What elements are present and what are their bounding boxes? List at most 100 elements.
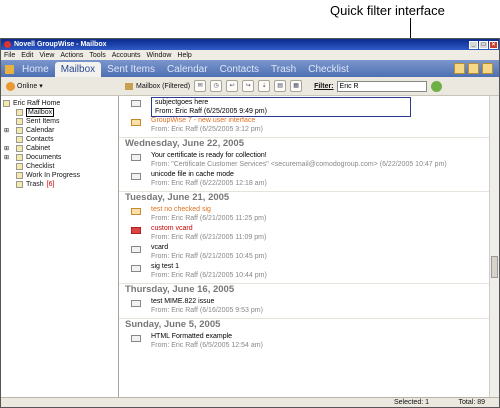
menu-accounts[interactable]: Accounts: [112, 52, 141, 59]
date-group-header: Thursday, June 16, 2005: [119, 283, 499, 296]
message-subject: vcard: [151, 244, 169, 251]
checklist-icon: [16, 163, 23, 170]
date-group-header: Tuesday, June 21, 2005: [119, 191, 499, 204]
folder-root-label: Eric Raff Home: [13, 100, 61, 107]
message-item[interactable]: custom vcard From: Eric Raff (6/21/2005 …: [119, 223, 499, 242]
maximize-button[interactable]: □: [479, 40, 488, 49]
close-button[interactable]: ×: [489, 40, 498, 49]
folder-label: Mailbox: [26, 108, 55, 117]
tab-trash[interactable]: Trash: [265, 64, 302, 77]
new-mail-button[interactable]: ✉: [194, 80, 207, 92]
new-mail-icon[interactable]: [468, 63, 479, 74]
expand-icon[interactable]: ⊞: [4, 145, 12, 152]
expand-icon[interactable]: ⊞: [4, 154, 12, 161]
date-group-header: Wednesday, June 22, 2005: [119, 137, 499, 150]
home-folder-icon: [3, 100, 10, 107]
message-from: From: Eric Raff (6/21/2005 10:44 pm): [151, 272, 267, 279]
expand-icon[interactable]: ⊞: [4, 127, 12, 134]
folder-label: Sent Items: [26, 118, 60, 125]
message-item[interactable]: subjectgoes here From: Eric Raff (6/25/2…: [119, 96, 499, 117]
message-item[interactable]: test no checked sig From: Eric Raff (6/2…: [119, 204, 499, 223]
message-subject: unicode file in cache mode: [151, 171, 234, 178]
menu-view[interactable]: View: [39, 52, 54, 59]
tab-calendar[interactable]: Calendar: [161, 64, 214, 77]
message-subject: test MIME.822 issue: [151, 298, 215, 305]
message-subject: Your certificate is ready for collection…: [151, 152, 267, 159]
forward-button[interactable]: ↪: [242, 80, 255, 92]
message-item[interactable]: sig test 1 From: Eric Raff (6/21/2005 10…: [119, 261, 499, 280]
minimize-button[interactable]: _: [469, 40, 478, 49]
mailbox-folder-icon: [16, 109, 23, 116]
message-item[interactable]: test MIME.822 issue From: Eric Raff (6/1…: [119, 296, 499, 315]
folder-documents[interactable]: ⊞ Documents: [1, 153, 118, 162]
folder-label: Cabinet: [26, 145, 51, 152]
date-group-header: Sunday, June 5, 2005: [119, 318, 499, 331]
folder-calendar[interactable]: ⊞ Calendar: [1, 126, 118, 135]
home-icon[interactable]: [5, 65, 14, 74]
menu-window[interactable]: Window: [147, 52, 172, 59]
envelope-icon: [131, 265, 141, 272]
filter-input[interactable]: [336, 80, 427, 92]
message-subject: custom vcard: [151, 225, 193, 232]
envelope-icon: [131, 100, 141, 107]
clock-button[interactable]: ◷: [210, 80, 223, 92]
message-item[interactable]: HTML Formatted example From: Eric Raff (…: [119, 331, 499, 350]
message-subject: sig test 1: [151, 263, 180, 270]
cabinet-icon: [16, 145, 23, 152]
menu-tools[interactable]: Tools: [89, 52, 105, 59]
tab-mailbox[interactable]: Mailbox: [54, 62, 102, 77]
folder-icon: [16, 172, 23, 179]
message-subject: test no checked sig: [151, 206, 211, 213]
online-mode[interactable]: Online ▾: [1, 81, 121, 91]
folder-label: Calendar: [26, 127, 55, 134]
message-item[interactable]: Your certificate is ready for collection…: [119, 150, 499, 169]
message-subject: subjectgoes here: [155, 99, 209, 106]
tab-sent-items[interactable]: Sent Items: [101, 64, 161, 77]
message-from: From: Eric Raff (6/5/2005 12:54 am): [151, 342, 263, 349]
folder-label: Contacts: [26, 136, 54, 143]
message-item[interactable]: vcard From: Eric Raff (6/21/2005 10:45 p…: [119, 242, 499, 261]
nav-bar: Home Mailbox Sent Items Calendar Contact…: [1, 60, 499, 77]
folder-checklist[interactable]: Checklist: [1, 162, 118, 171]
folder-sent-items[interactable]: Sent Items: [1, 117, 118, 126]
folder-mailbox[interactable]: Mailbox: [1, 108, 118, 117]
folder-work-in-progress[interactable]: Work In Progress: [1, 171, 118, 180]
filter-apply-icon[interactable]: [430, 80, 442, 92]
folder-trash[interactable]: Trash [6]: [1, 180, 118, 189]
filter-label: Filter:: [314, 82, 334, 90]
menu-help[interactable]: Help: [177, 52, 191, 59]
menu-actions[interactable]: Actions: [60, 52, 83, 59]
vertical-scrollbar[interactable]: [489, 96, 499, 397]
tab-contacts[interactable]: Contacts: [214, 64, 265, 77]
high-priority-envelope-icon: [131, 227, 141, 234]
toolbar-actions: Mailbox (Filtered) ✉ ◷ ↩ ↪ ⇣ ▤ ▦ Filter:: [121, 80, 499, 92]
message-from: From: Eric Raff (6/16/2005 9:53 pm): [151, 307, 263, 314]
layout-icon[interactable]: [482, 63, 493, 74]
folder-cabinet[interactable]: ⊞ Cabinet: [1, 144, 118, 153]
folder-root[interactable]: Eric Raff Home: [1, 99, 118, 108]
message-from: From: Eric Raff (6/21/2005 10:45 pm): [151, 253, 267, 260]
message-subject: HTML Formatted example: [151, 333, 233, 340]
menu-file[interactable]: File: [4, 52, 15, 59]
nav-right-icons: [451, 63, 493, 74]
view-button[interactable]: ▦: [290, 80, 303, 92]
message-from: From: Eric Raff (6/22/2005 12:18 am): [151, 180, 267, 187]
folder-label: Trash: [26, 181, 44, 188]
scrollbar-thumb[interactable]: [491, 256, 498, 278]
tab-checklist[interactable]: Checklist: [302, 64, 355, 77]
attachment-envelope-icon: [131, 300, 141, 307]
reply-button[interactable]: ↩: [226, 80, 239, 92]
folder-contacts[interactable]: Contacts: [1, 135, 118, 144]
mailbox-icon: [125, 82, 133, 90]
address-book-icon[interactable]: [454, 63, 465, 74]
tab-home[interactable]: Home: [16, 64, 55, 77]
move-button[interactable]: ⇣: [258, 80, 271, 92]
contacts-icon: [16, 136, 23, 143]
message-from: From: Eric Raff (6/25/2005 3:12 pm): [151, 126, 263, 133]
message-item[interactable]: GroupWise 7 - new user interface From: E…: [119, 115, 499, 134]
message-from: From: Eric Raff (6/21/2005 11:09 pm): [151, 234, 267, 241]
menu-edit[interactable]: Edit: [21, 52, 33, 59]
print-button[interactable]: ▤: [274, 80, 287, 92]
message-item[interactable]: unicode file in cache mode From: Eric Ra…: [119, 169, 499, 188]
attachment-envelope-icon: [131, 173, 141, 180]
